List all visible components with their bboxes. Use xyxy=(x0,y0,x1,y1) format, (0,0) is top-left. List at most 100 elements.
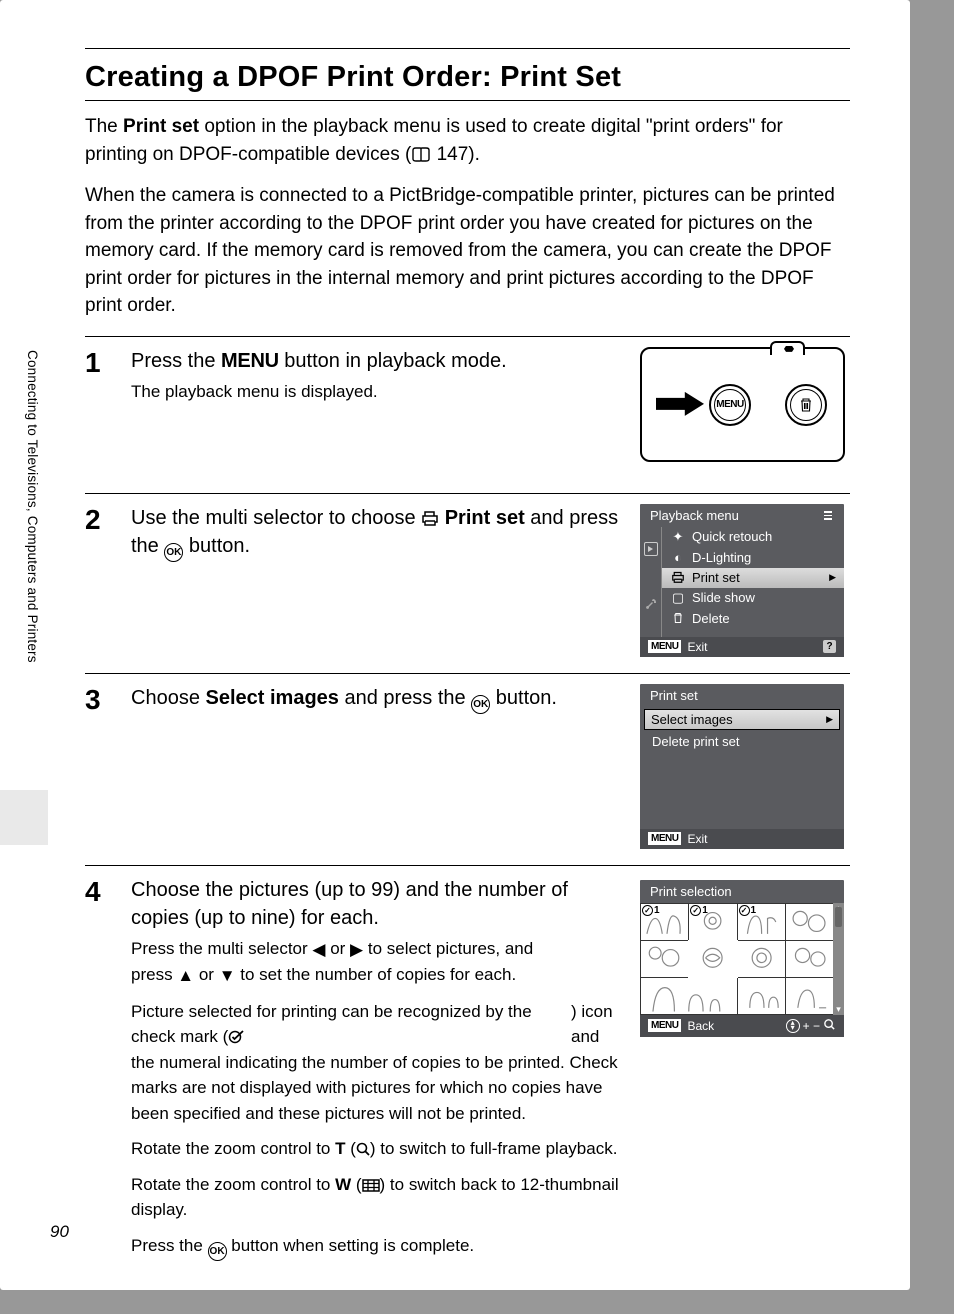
page-number: 90 xyxy=(50,1222,69,1242)
thumbnail-grid: ✓1 ✓1 ✓1 xyxy=(640,903,833,1015)
lcd-footer: MENU Exit ? xyxy=(640,637,844,657)
step-4-p1: Press the multi selector ◀ or ▶ to selec… xyxy=(131,936,571,989)
lcd-footer-label: Back xyxy=(687,1019,714,1033)
thumbnail: ✓1 xyxy=(689,904,736,940)
menu-item-slide-show: ▢Slide show xyxy=(662,588,844,609)
thumbnail: ✓1 xyxy=(738,904,785,940)
ok-button-icon: OK xyxy=(164,543,183,562)
arrow-right-icon xyxy=(656,392,704,416)
page-title: Creating a DPOF Print Order: Print Set xyxy=(85,61,850,94)
lcd-header: Playback menu xyxy=(640,504,844,527)
menu-item-d-lighting: ◐D-Lighting xyxy=(662,548,844,568)
camera-delete-button xyxy=(785,384,827,426)
menu-item-quick-retouch: ✦Quick retouch xyxy=(662,527,844,548)
step-number: 3 xyxy=(85,684,111,849)
d-lighting-icon: ◐ xyxy=(670,550,686,565)
lcd-footer: MENU Exit xyxy=(640,829,844,849)
check-icon: ✓ xyxy=(739,905,750,916)
thumbnail-selected xyxy=(689,941,736,977)
wrench-icon xyxy=(645,598,657,610)
lcd-title: Print set xyxy=(650,688,698,703)
rule-step-1 xyxy=(85,336,850,337)
step-1: 1 Press the MENU button in playback mode… xyxy=(85,347,850,477)
page: Connecting to Televisions, Computers and… xyxy=(0,0,910,1290)
camera-menu-button: MENU xyxy=(709,384,751,426)
lcd-footer-right: ▴▾ + − xyxy=(786,1018,836,1034)
camera-top-dial-icon xyxy=(770,341,805,355)
lcd-header: Print selection xyxy=(640,880,844,903)
content: Creating a DPOF Print Order: Print Set T… xyxy=(85,48,850,1271)
menu-item-delete: Delete xyxy=(662,609,844,629)
step-4: 4 Choose the pictures (up to 99) and the… xyxy=(85,876,850,1271)
step-1-illustration: MENU xyxy=(640,347,850,477)
rule-under-title xyxy=(85,100,850,101)
thumbnail xyxy=(786,941,833,977)
scrollbar: ▴ ▾ xyxy=(833,903,844,1015)
menu-item-delete-print-set: Delete print set xyxy=(640,732,844,752)
thumbnail-large xyxy=(641,978,737,1014)
updown-icon: ▴▾ xyxy=(786,1019,800,1033)
menu-item-print-set: Print set▶ xyxy=(662,568,844,588)
trash-icon xyxy=(670,612,686,624)
step-4-p2: Picture selected for printing can be rec… xyxy=(131,999,620,1127)
rule-step-4 xyxy=(85,865,850,866)
book-reference-icon xyxy=(411,143,431,171)
rule-step-2 xyxy=(85,493,850,494)
playback-tab-icon xyxy=(640,527,662,571)
page-indicator-icon xyxy=(824,511,834,520)
step-1-title: Press the MENU button in playback mode. xyxy=(131,347,620,375)
thumbnail xyxy=(786,978,833,1014)
intro-paragraph-2: When the camera is connected to a PictBr… xyxy=(85,182,850,320)
step-3: 3 Choose Select images and press the OK … xyxy=(85,684,850,849)
slideshow-icon: ▢ xyxy=(670,590,686,606)
ok-button-icon: OK xyxy=(471,695,490,714)
step-4-p5: Press the OK button when setting is comp… xyxy=(131,1233,620,1261)
thumbnail: ✓1 xyxy=(641,904,688,940)
step-4-lcd: Print selection ✓1 ✓1 ✓1 xyxy=(640,880,850,1271)
step-4-p4: Rotate the zoom control to W () to switc… xyxy=(131,1172,620,1223)
menu-tag-icon: MENU xyxy=(648,640,681,653)
step-3-title: Choose Select images and press the OK bu… xyxy=(131,684,620,715)
lcd-header: Print set xyxy=(640,684,844,707)
menu-tag-icon: MENU xyxy=(648,1019,681,1032)
thumbnail xyxy=(738,978,785,1014)
print-set-icon xyxy=(421,507,439,529)
magnify-icon xyxy=(356,1139,370,1158)
triangle-right-icon: ▶ xyxy=(350,937,363,963)
thumbnail xyxy=(786,904,833,940)
lcd-footer-label: Exit xyxy=(687,832,707,846)
chevron-right-icon: ▶ xyxy=(829,572,836,583)
lcd-footer-label: Exit xyxy=(687,640,707,654)
step-4-p3: Rotate the zoom control to T () to switc… xyxy=(131,1136,620,1162)
rule-step-3 xyxy=(85,673,850,674)
check-icon: ✓ xyxy=(690,905,701,916)
print-set-icon xyxy=(670,571,686,583)
step-2-lcd: Playback menu ✦Quick retouch ◐D-Ligh xyxy=(640,504,850,657)
thumbnail xyxy=(738,941,785,977)
step-3-lcd: Print set Select images▶ Delete print se… xyxy=(640,684,850,849)
scroll-down-icon: ▾ xyxy=(833,1004,844,1015)
sidebar-chapter-text: Connecting to Televisions, Computers and… xyxy=(25,350,40,663)
retouch-icon: ✦ xyxy=(670,529,686,545)
intro-block: The Print set option in the playback men… xyxy=(85,113,850,320)
lcd-footer: MENU Back ▴▾ + − xyxy=(640,1015,844,1037)
check-icon: ✓ xyxy=(642,905,653,916)
ok-button-icon: OK xyxy=(208,1242,227,1261)
step-4-title: Choose the pictures (up to 99) and the n… xyxy=(131,876,571,932)
trash-icon xyxy=(798,397,814,413)
zoom-icon xyxy=(823,1018,836,1034)
menu-button-text: MENU xyxy=(221,350,279,372)
step-2-title: Use the multi selector to choose Print s… xyxy=(131,504,620,563)
step-number: 2 xyxy=(85,504,111,657)
triangle-left-icon: ◀ xyxy=(312,937,325,963)
step-number: 4 xyxy=(85,876,111,1271)
triangle-down-icon: ▼ xyxy=(219,963,236,989)
step-1-subtitle: The playback menu is displayed. xyxy=(131,379,620,405)
menu-item-select-images: Select images▶ xyxy=(644,709,840,730)
thumbnail-grid-icon xyxy=(362,1175,380,1194)
lcd-title: Playback menu xyxy=(650,508,739,523)
intro-paragraph-1: The Print set option in the playback men… xyxy=(85,113,850,170)
rule-top xyxy=(85,48,850,49)
setup-tab-icon xyxy=(640,571,662,637)
thumbnail xyxy=(641,941,688,977)
